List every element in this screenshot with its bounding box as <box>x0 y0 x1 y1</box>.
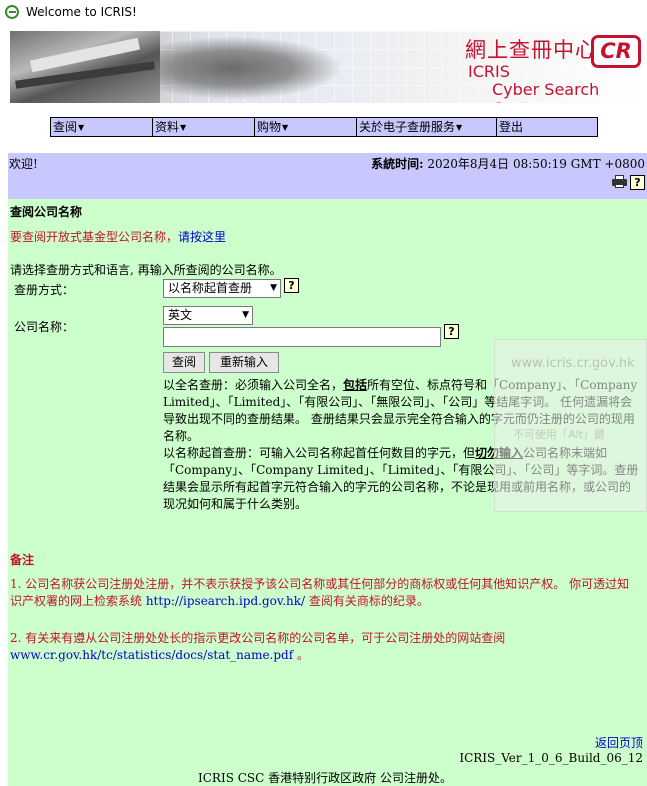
footer-copyright: ICRIS CSC 香港特别行政区政府 公司注册处。 <box>198 771 452 785</box>
instruction-text: 请选择查册方式和语言, 再输入所查阅的公司名称。 <box>10 263 282 277</box>
ipsearch-link[interactable]: http://ipsearch.ipd.gov.hk/ <box>146 594 305 608</box>
menu-about[interactable]: 关於电子查册服务▼ <box>357 118 497 136</box>
language-select[interactable]: 英文 ▼ <box>163 306 253 325</box>
window-titlebar: Welcome to ICRIS! <box>0 0 647 24</box>
cr-logo: CR <box>591 35 641 68</box>
search-method-label: 查册方式： <box>14 283 75 297</box>
banner-icris: ICRIS <box>468 62 510 81</box>
search-method-select[interactable]: 以名称起首查册 ▼ <box>163 279 281 298</box>
open-fund-link[interactable]: 请按这里 <box>178 230 226 244</box>
overlay-url: www.icris.cr.gov.hk <box>511 356 635 371</box>
overlay-hint: 不可使用「Alt」鍵 <box>513 428 605 441</box>
dropdown-caret-icon: ▼ <box>456 123 463 132</box>
help-icon[interactable]: ? <box>444 324 459 339</box>
build-version: ICRIS_Ver_1_0_6_Build_06_12 <box>459 751 643 765</box>
dropdown-caret-icon: ▼ <box>282 123 289 132</box>
header-banner: 網上查冊中心 CR ICRIS Cyber Search Centre <box>10 31 644 103</box>
open-fund-notice: 要查阅开放式基金型公司名称，请按这里 <box>10 230 227 244</box>
menu-search[interactable]: 查阅▼ <box>51 118 153 136</box>
banner-chinese-title: 網上查冊中心 <box>465 38 597 62</box>
back-to-top-link[interactable]: 返回页顶 <box>595 734 643 751</box>
company-name-label: 公司名称： <box>14 320 75 334</box>
menu-information[interactable]: 资料▼ <box>153 118 255 136</box>
menu-shopping[interactable]: 购物▼ <box>255 118 357 136</box>
banner-globe <box>160 37 340 99</box>
menu-logout[interactable]: 登出 <box>497 118 597 136</box>
top-menu: 查阅▼ 资料▼ 购物▼ 关於电子查册服务▼ 登出 <box>50 117 598 137</box>
company-name-input[interactable] <box>163 327 441 347</box>
remarks-title: 备注 <box>10 553 35 567</box>
status-bar: 欢迎! 系統时间: 2020年8月4日 08:50:19 GMT +0800 ? <box>8 153 647 199</box>
printer-icon[interactable] <box>612 175 627 188</box>
page-title: 查阅公司名称 <box>10 205 83 219</box>
window-title: Welcome to ICRIS! <box>26 5 137 19</box>
banner-cyber-search: Cyber Search Centre <box>492 80 600 103</box>
dropdown-caret-icon: ▼ <box>78 123 85 132</box>
watermark-overlay: www.icris.cr.gov.hk 不可使用「Alt」鍵 <box>494 339 647 512</box>
browser-icon <box>5 5 19 19</box>
banner-photo <box>10 31 160 103</box>
reset-button[interactable]: 重新输入 <box>209 352 279 373</box>
system-time: 系統时间: 2020年8月4日 08:50:19 GMT +0800 <box>371 157 645 171</box>
help-icon[interactable]: ? <box>630 175 645 190</box>
remark-note-2: 2. 有关来有遵从公司注册处处长的指示更改公司名称的公司名单，可于公司注册处的网… <box>10 631 506 662</box>
welcome-text: 欢迎! <box>9 157 38 171</box>
remark-note-1: 1. 公司名称获公司注册处注册，并不表示获授予该公司名称或其任何部分的商标权或任… <box>10 577 630 608</box>
help-icon[interactable]: ? <box>284 278 299 293</box>
page-tools: ? <box>612 175 645 190</box>
stat-name-link[interactable]: www.cr.gov.hk/tc/statistics/docs/stat_na… <box>10 648 293 662</box>
dropdown-caret-icon: ▼ <box>180 123 187 132</box>
chevron-down-icon: ▼ <box>242 310 249 320</box>
search-button[interactable]: 查阅 <box>163 352 205 373</box>
chevron-down-icon: ▼ <box>270 283 277 293</box>
